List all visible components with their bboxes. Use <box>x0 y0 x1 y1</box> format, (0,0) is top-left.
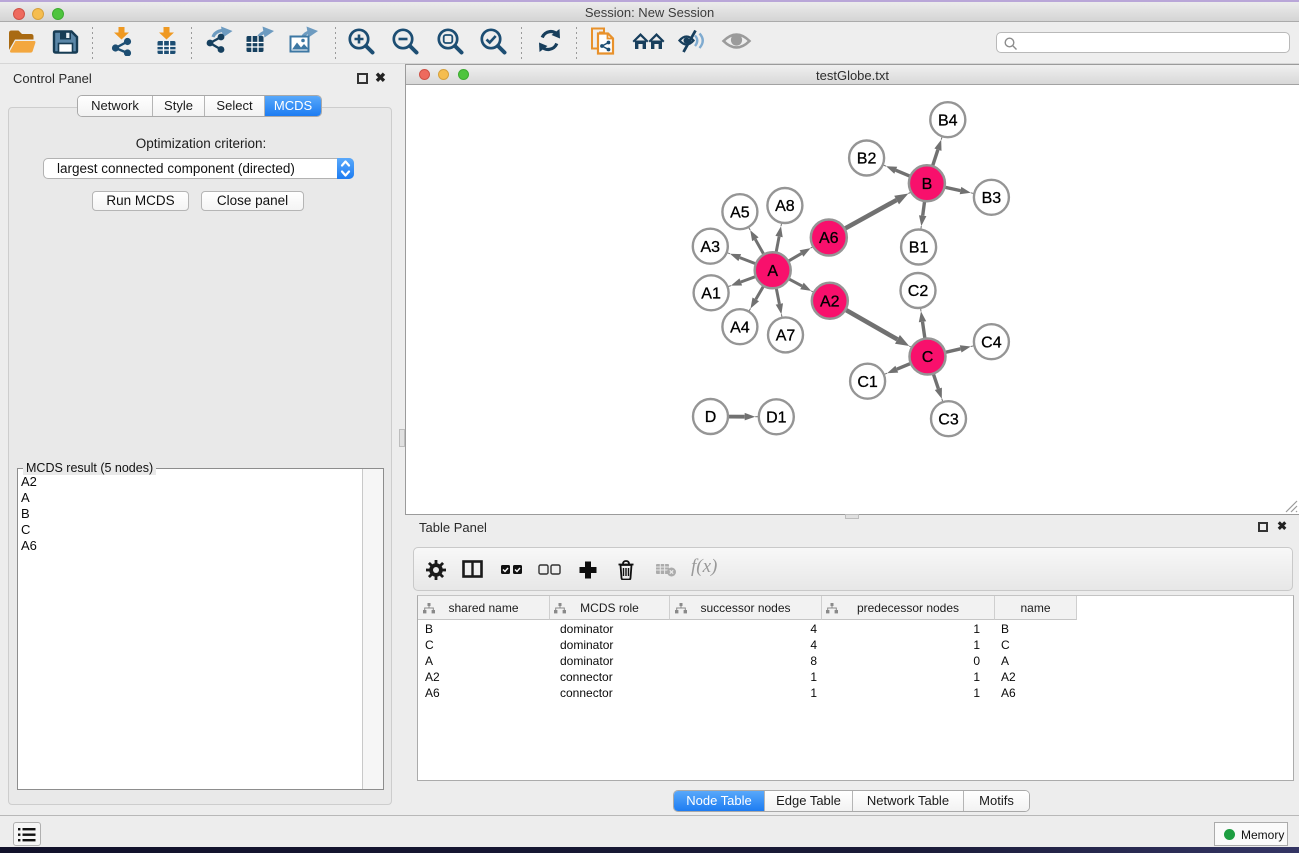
svg-text:C3: C3 <box>938 411 959 428</box>
svg-text:A7: A7 <box>776 328 796 345</box>
svg-text:C2: C2 <box>908 283 929 300</box>
svg-text:A8: A8 <box>775 198 795 215</box>
svg-text:A: A <box>767 263 778 280</box>
svg-text:A1: A1 <box>701 285 721 302</box>
svg-text:B: B <box>922 176 933 193</box>
svg-text:B1: B1 <box>909 240 929 257</box>
svg-text:A2: A2 <box>820 293 840 310</box>
svg-text:A3: A3 <box>701 239 721 256</box>
svg-text:B2: B2 <box>857 151 877 168</box>
svg-text:D: D <box>705 409 717 426</box>
svg-text:A6: A6 <box>819 230 839 247</box>
svg-text:D1: D1 <box>766 409 787 426</box>
svg-text:A5: A5 <box>730 204 750 221</box>
svg-text:A4: A4 <box>730 319 750 336</box>
svg-text:B3: B3 <box>982 190 1002 207</box>
svg-text:C1: C1 <box>857 374 878 391</box>
svg-text:B4: B4 <box>938 112 958 129</box>
svg-text:C4: C4 <box>981 334 1002 351</box>
svg-text:C: C <box>922 349 934 366</box>
